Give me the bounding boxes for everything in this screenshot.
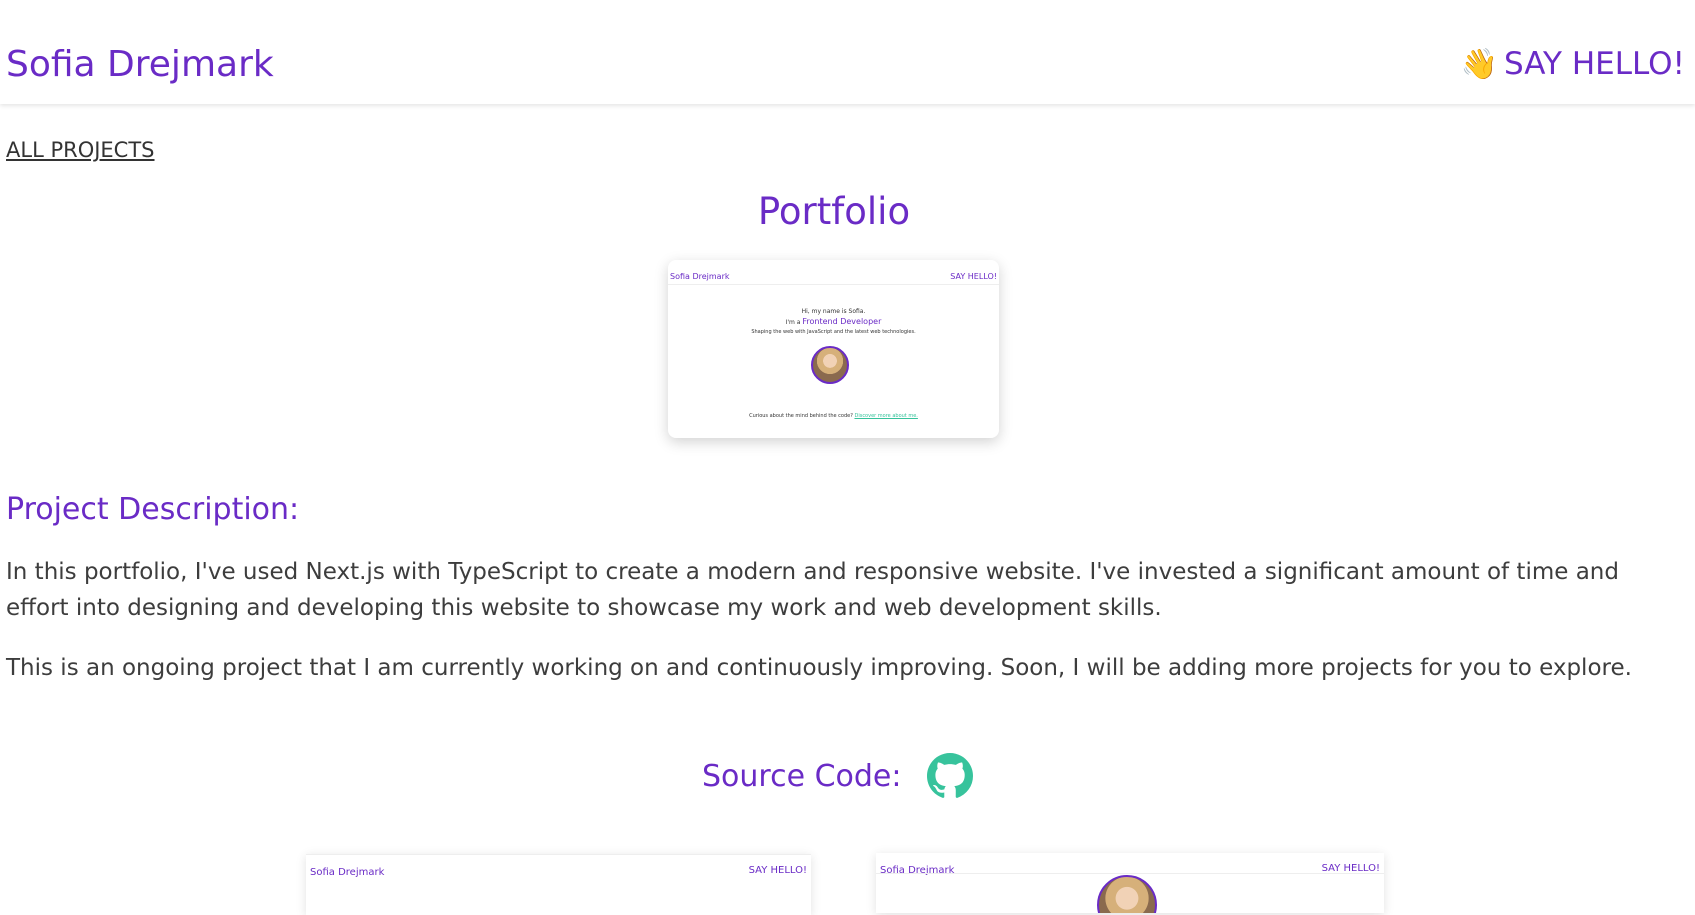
source-code-label: Source Code: bbox=[702, 758, 902, 794]
preview-line-3-accent: JavaScript bbox=[807, 329, 833, 335]
thumbnail-2-brand: Sofia Drejmark bbox=[880, 865, 955, 876]
waving-hand-icon: 👋 bbox=[1460, 46, 1498, 82]
project-description-heading: Project Description: bbox=[6, 492, 300, 527]
preview-line-3: Shaping the web with JavaScript and the … bbox=[668, 329, 999, 335]
preview-line-2: I'm a Frontend Developer bbox=[668, 317, 999, 326]
all-projects-link[interactable]: ALL PROJECTS bbox=[6, 138, 155, 162]
say-hello-label: SAY HELLO! bbox=[1503, 46, 1685, 82]
preview-footer-link: Discover more about me. bbox=[854, 413, 918, 419]
preview-line-2-prefix: I'm a bbox=[785, 319, 803, 326]
preview-avatar bbox=[811, 346, 849, 384]
preview-footer: Curious about the mind behind the code? … bbox=[668, 413, 999, 419]
description-paragraph-1: In this portfolio, I've used Next.js wit… bbox=[6, 559, 1619, 621]
screenshot-thumbnail-1: Sofia Drejmark SAY HELLO! bbox=[306, 854, 811, 915]
preview-line-3-prefix: Shaping the web with bbox=[751, 329, 808, 335]
thumbnail-2-avatar bbox=[1097, 875, 1157, 913]
preview-footer-text: Curious about the mind behind the code? bbox=[749, 413, 855, 419]
site-header: Sofia Drejmark 👋 SAY HELLO! bbox=[0, 0, 1695, 104]
project-preview-image: Sofia Drejmark SAY HELLO! Hi, my name is… bbox=[668, 260, 999, 438]
source-code-row: Source Code: bbox=[702, 753, 974, 799]
thumbnail-1-brand: Sofia Drejmark bbox=[310, 867, 385, 878]
thumbnail-1-say-hello: SAY HELLO! bbox=[748, 865, 807, 876]
preview-line-3-suffix: and the latest web technologies. bbox=[832, 329, 916, 335]
preview-say-hello: SAY HELLO! bbox=[950, 272, 997, 281]
thumbnail-2-divider bbox=[876, 873, 1384, 874]
description-paragraph-2: This is an ongoing project that I am cur… bbox=[6, 655, 1632, 681]
preview-header: Sofia Drejmark SAY HELLO! bbox=[668, 260, 999, 285]
say-hello-button[interactable]: 👋 SAY HELLO! bbox=[1461, 46, 1685, 82]
page-title: Portfolio bbox=[757, 190, 911, 233]
site-brand[interactable]: Sofia Drejmark bbox=[6, 44, 274, 85]
preview-line-1: Hi, my name is Sofia. bbox=[801, 308, 866, 315]
screenshot-thumbnail-2: Sofia Drejmark SAY HELLO! bbox=[876, 853, 1384, 913]
preview-brand: Sofia Drejmark bbox=[670, 272, 730, 281]
preview-line-2-accent: Frontend Developer bbox=[802, 317, 882, 326]
github-icon[interactable] bbox=[927, 753, 974, 799]
